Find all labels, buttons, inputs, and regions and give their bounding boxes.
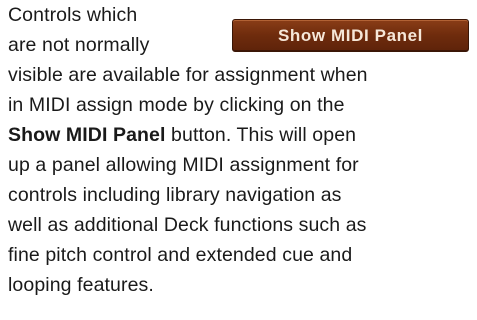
text-fragment: button. This will open	[165, 124, 357, 146]
text-line: in MIDI assign mode by clicking on the	[8, 94, 345, 116]
text-line: Controls which	[8, 4, 138, 26]
document-page: Show MIDI Panel Controls which are not n…	[0, 0, 477, 320]
text-line: are not normally	[8, 34, 150, 56]
text-line: looping features.	[8, 274, 154, 296]
text-line: well as additional Deck functions such a…	[8, 214, 367, 236]
description-paragraph: Controls which are not normally visible …	[8, 0, 474, 300]
text-line: up a panel allowing MIDI assignment for	[8, 154, 359, 176]
button-name-reference: Show MIDI Panel	[8, 124, 166, 146]
text-line: fine pitch control and extended cue and	[8, 244, 353, 266]
text-line: Show MIDI Panel button. This will open	[8, 120, 474, 150]
text-line: visible are available for assignment whe…	[8, 64, 368, 86]
text-line: controls including library navigation as	[8, 184, 342, 206]
